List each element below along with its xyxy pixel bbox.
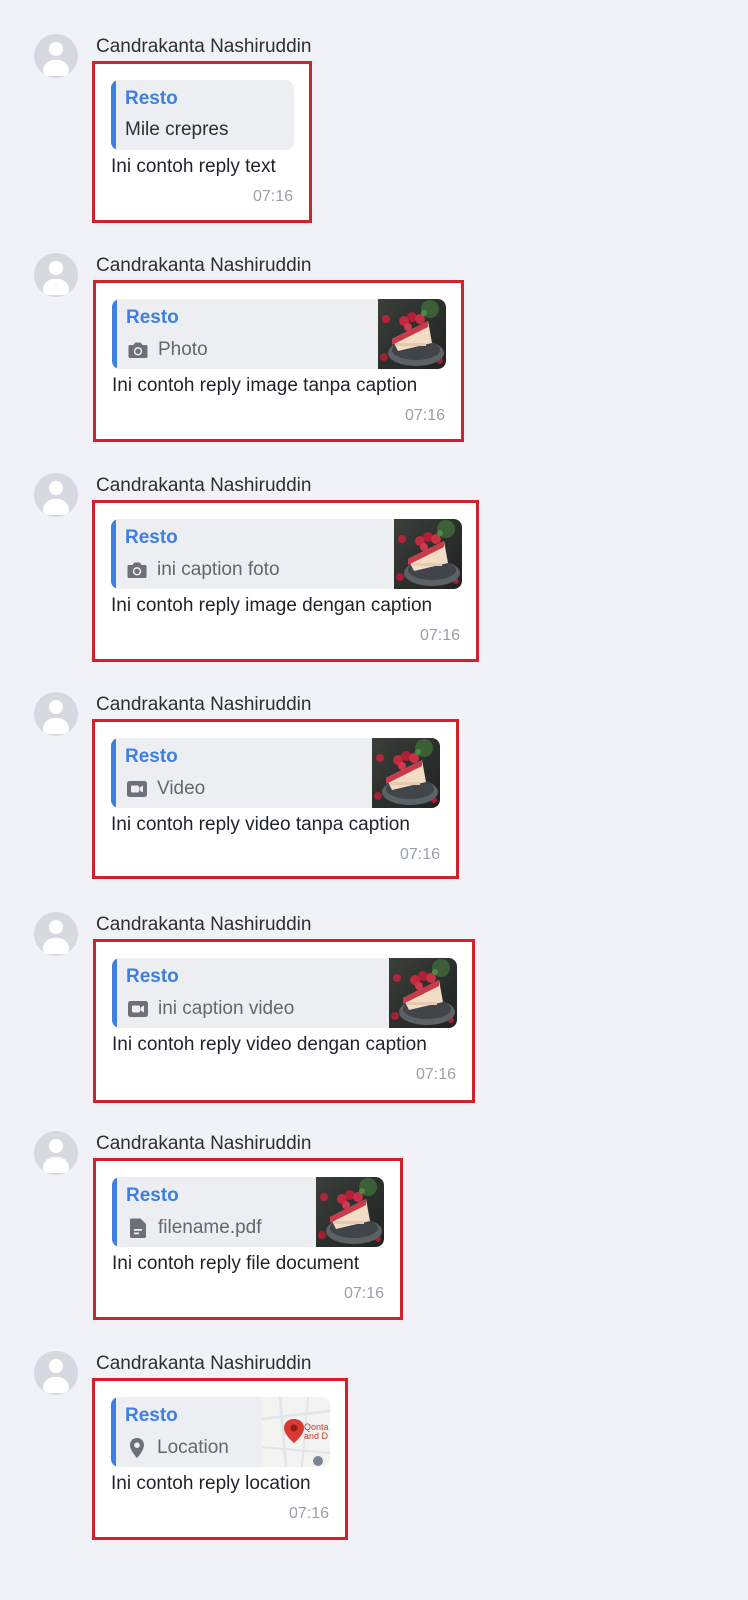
quoted-reply-card[interactable]: Resto ini caption video	[112, 958, 457, 1028]
reply-map-thumbnail	[262, 1397, 330, 1467]
reply-preview-label: Video	[157, 778, 206, 799]
reply-accent-bar	[111, 519, 116, 589]
quoted-reply-card[interactable]: Resto filename.pdf	[112, 1177, 384, 1247]
sender-name: Candrakanta Nashiruddin	[96, 255, 312, 276]
document-icon	[129, 1218, 146, 1238]
reply-accent-bar	[111, 738, 116, 808]
message-bubble[interactable]: Resto Photo Ini contoh reply image tanpa…	[93, 280, 464, 442]
reply-accent-bar	[112, 1177, 117, 1247]
reply-preview-label: ini caption video	[158, 998, 295, 1019]
chat-message-reply-image: Candrakanta Nashiruddin Resto Photo Ini …	[0, 219, 748, 442]
message-timestamp: 07:16	[343, 1285, 384, 1302]
reply-sender-name: Resto	[126, 307, 179, 328]
video-icon	[128, 1001, 148, 1017]
reply-sender-name: Resto	[126, 1185, 179, 1206]
message-timestamp: 07:16	[404, 407, 445, 424]
message-text: Ini contoh reply image dengan caption	[111, 595, 433, 616]
message-bubble[interactable]: Resto ini caption video Ini contoh reply…	[93, 939, 475, 1103]
reply-accent-bar	[111, 80, 116, 150]
message-timestamp: 07:16	[399, 846, 440, 863]
sender-name: Candrakanta Nashiruddin	[96, 1133, 312, 1154]
message-text: Ini contoh reply video dengan caption	[112, 1034, 427, 1055]
message-text: Ini contoh reply text	[111, 156, 276, 177]
reply-thumbnail-image	[394, 519, 462, 589]
avatar[interactable]	[34, 692, 78, 736]
message-text: Ini contoh reply location	[111, 1473, 311, 1494]
reply-preview-label: Photo	[158, 339, 208, 360]
video-icon	[127, 781, 147, 797]
message-bubble[interactable]: Resto Video Ini contoh reply video tanpa…	[92, 719, 459, 879]
reply-preview-label: filename.pdf	[158, 1217, 262, 1238]
quoted-reply-card[interactable]: Resto Mile crepres	[111, 80, 294, 150]
message-bubble[interactable]: Resto filename.pdf Ini contoh reply file…	[93, 1158, 403, 1320]
quoted-reply-card[interactable]: Resto Video	[111, 738, 440, 808]
reply-sender-name: Resto	[125, 746, 178, 767]
reply-sender-name: Resto	[125, 527, 178, 548]
chat-message-reply-text: Candrakanta Nashiruddin Resto Mile crepr…	[0, 0, 748, 223]
reply-preview-label: ini caption foto	[157, 559, 280, 580]
reply-thumbnail-image	[372, 738, 440, 808]
reply-accent-bar	[111, 1397, 116, 1467]
sender-name: Candrakanta Nashiruddin	[96, 36, 312, 57]
sender-name: Candrakanta Nashiruddin	[96, 694, 312, 715]
chat-message-reply-document: Candrakanta Nashiruddin Resto filename.p…	[0, 1097, 748, 1320]
reply-preview-text: Photo	[126, 338, 208, 362]
camera-icon	[128, 342, 148, 358]
reply-preview-label: Location	[157, 1437, 229, 1458]
sender-name: Candrakanta Nashiruddin	[96, 914, 312, 935]
sender-name: Candrakanta Nashiruddin	[96, 1353, 312, 1374]
quoted-reply-card[interactable]: Resto Location	[111, 1397, 330, 1467]
reply-thumbnail-image	[378, 299, 446, 369]
reply-preview-text: Location	[125, 1436, 229, 1460]
reply-accent-bar	[112, 958, 117, 1028]
sender-name: Candrakanta Nashiruddin	[96, 475, 312, 496]
avatar[interactable]	[34, 473, 78, 517]
message-timestamp: 07:16	[415, 1066, 456, 1083]
reply-sender-name: Resto	[125, 88, 178, 109]
reply-preview-text: ini caption video	[126, 997, 294, 1021]
message-bubble[interactable]: Resto Location Ini contoh reply location…	[92, 1378, 348, 1540]
reply-preview-text: Video	[125, 777, 205, 801]
quoted-reply-card[interactable]: Resto ini caption foto	[111, 519, 462, 589]
message-text: Ini contoh reply file document	[112, 1253, 360, 1274]
reply-sender-name: Resto	[125, 1405, 178, 1426]
message-timestamp: 07:16	[288, 1505, 329, 1522]
avatar[interactable]	[34, 1351, 78, 1395]
reply-preview-text: filename.pdf	[126, 1216, 262, 1240]
camera-icon	[127, 562, 147, 578]
message-text: Ini contoh reply image tanpa caption	[112, 375, 418, 396]
location-pin-icon	[130, 1438, 144, 1458]
reply-sender-name: Resto	[126, 966, 179, 987]
quoted-reply-card[interactable]: Resto Photo	[112, 299, 446, 369]
reply-thumbnail-image	[389, 958, 457, 1028]
message-timestamp: 07:16	[419, 627, 460, 644]
avatar[interactable]	[34, 912, 78, 956]
avatar[interactable]	[34, 253, 78, 297]
chat-message-reply-location: Candrakanta Nashiruddin Resto Location I…	[0, 1317, 748, 1540]
message-text: Ini contoh reply video tanpa caption	[111, 814, 410, 835]
reply-preview-text: ini caption foto	[125, 558, 280, 582]
chat-message-reply-video-caption: Candrakanta Nashiruddin Resto ini captio…	[0, 878, 748, 1103]
reply-accent-bar	[112, 299, 117, 369]
reply-thumbnail-image	[316, 1177, 384, 1247]
chat-message-reply-video: Candrakanta Nashiruddin Resto Video Ini …	[0, 658, 748, 879]
chat-message-reply-image-caption: Candrakanta Nashiruddin Resto ini captio…	[0, 439, 748, 662]
reply-preview-label: Mile crepres	[125, 119, 229, 140]
message-bubble[interactable]: Resto ini caption foto Ini contoh reply …	[92, 500, 479, 662]
message-bubble[interactable]: Resto Mile crepres Ini contoh reply text…	[92, 61, 312, 223]
message-timestamp: 07:16	[252, 188, 293, 205]
reply-preview-text: Mile crepres	[125, 119, 228, 141]
avatar[interactable]	[34, 1131, 78, 1175]
avatar[interactable]	[34, 34, 78, 78]
